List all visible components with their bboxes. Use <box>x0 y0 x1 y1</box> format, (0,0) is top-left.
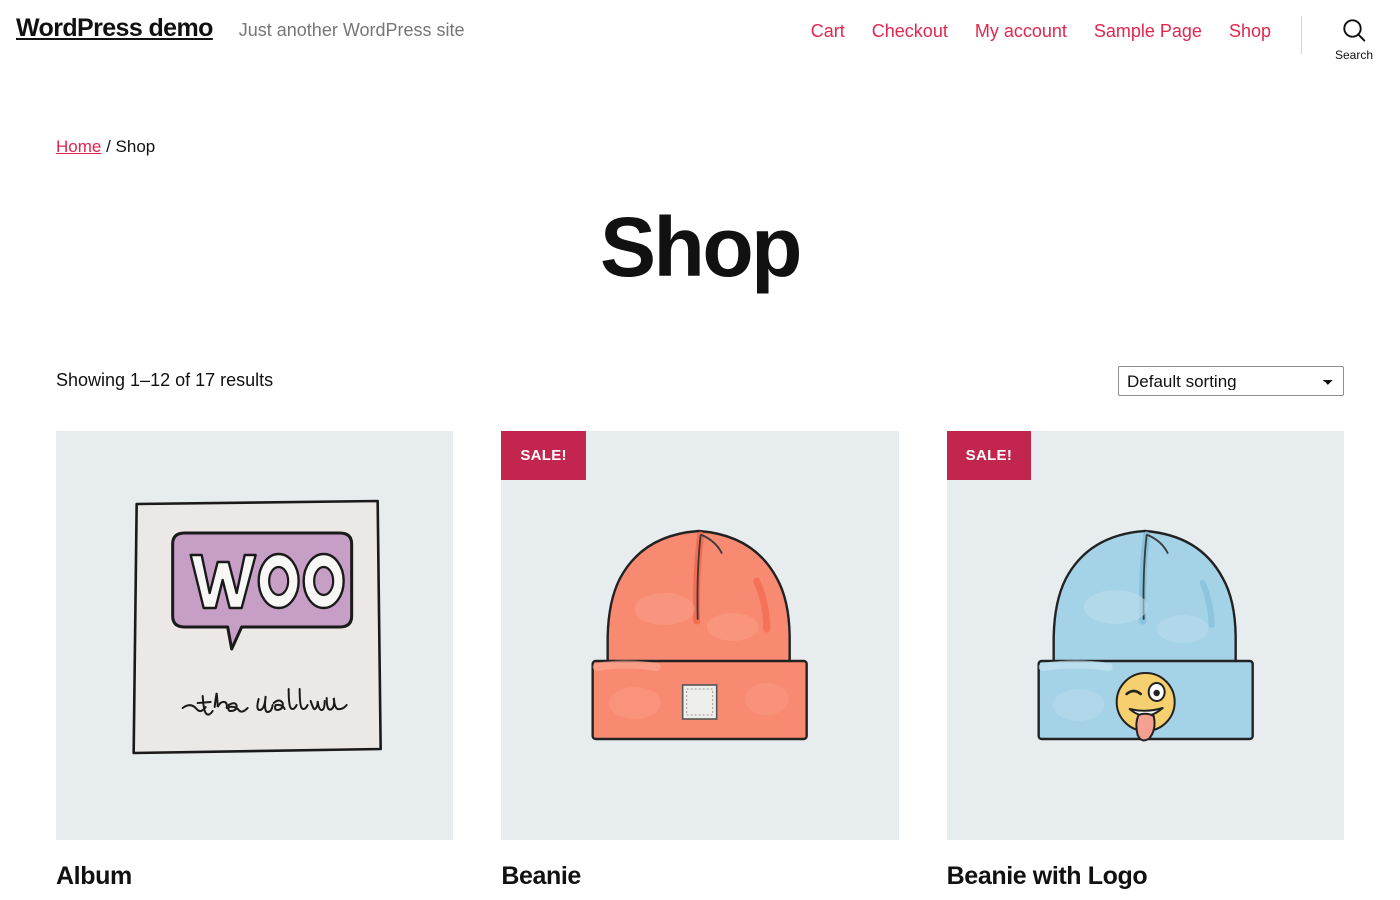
sale-badge: SALE! <box>501 431 586 480</box>
search-icon <box>1339 16 1369 46</box>
nav-item-shop[interactable]: Shop <box>1229 21 1271 42</box>
site-header: WordPress demo Just another WordPress si… <box>0 0 1400 64</box>
ordering-select[interactable]: Default sorting Sort by popularity Sort … <box>1118 365 1344 396</box>
nav-item-sample-page[interactable]: Sample Page <box>1094 21 1202 42</box>
product-image-beanie-with-logo: SALE! <box>946 431 1344 840</box>
search-toggle-label: Search <box>1334 48 1374 62</box>
product-title: Album <box>56 862 132 890</box>
nav-item-checkout[interactable]: Checkout <box>872 21 948 42</box>
nav-item-cart[interactable]: Cart <box>811 21 845 42</box>
breadcrumb-link-home[interactable]: Home <box>56 137 101 156</box>
product-image-album <box>56 431 454 840</box>
product-grid: Album $15.00 SALE! <box>16 431 1384 900</box>
header-divider <box>1301 16 1302 54</box>
sale-badge: SALE! <box>946 431 1032 480</box>
product-title: Beanie with Logo <box>946 862 1148 890</box>
primary-navigation: Cart Checkout My account Sample Page Sho… <box>811 16 1271 42</box>
breadcrumb: Home / Shop <box>16 137 1384 157</box>
nav-item-my-account[interactable]: My account <box>975 21 1067 42</box>
site-tagline: Just another WordPress site <box>238 20 465 40</box>
product-title: Beanie <box>501 862 581 890</box>
result-count: Showing 1–12 of 17 results <box>56 370 274 390</box>
site-title[interactable]: WordPress demo <box>16 14 213 43</box>
product-image-beanie: SALE! <box>501 431 899 840</box>
header-right: Cart Checkout My account Sample Page Sho… <box>811 8 1384 62</box>
page-title: Shop <box>600 200 802 294</box>
product-card[interactable]: SALE! <box>501 431 899 900</box>
product-card[interactable]: Album $15.00 <box>56 431 454 900</box>
shop-toolbar: Showing 1–12 of 17 results Default sorti… <box>16 352 1384 409</box>
search-toggle-button[interactable]: Search <box>1324 16 1384 62</box>
main-content: Home / Shop Shop Showing 1–12 of 17 resu… <box>0 137 1400 900</box>
breadcrumb-separator: / <box>101 137 116 156</box>
product-card[interactable]: SALE! <box>946 431 1344 900</box>
breadcrumb-current: Shop <box>115 137 156 156</box>
site-branding: WordPress demo Just another WordPress si… <box>16 8 465 43</box>
